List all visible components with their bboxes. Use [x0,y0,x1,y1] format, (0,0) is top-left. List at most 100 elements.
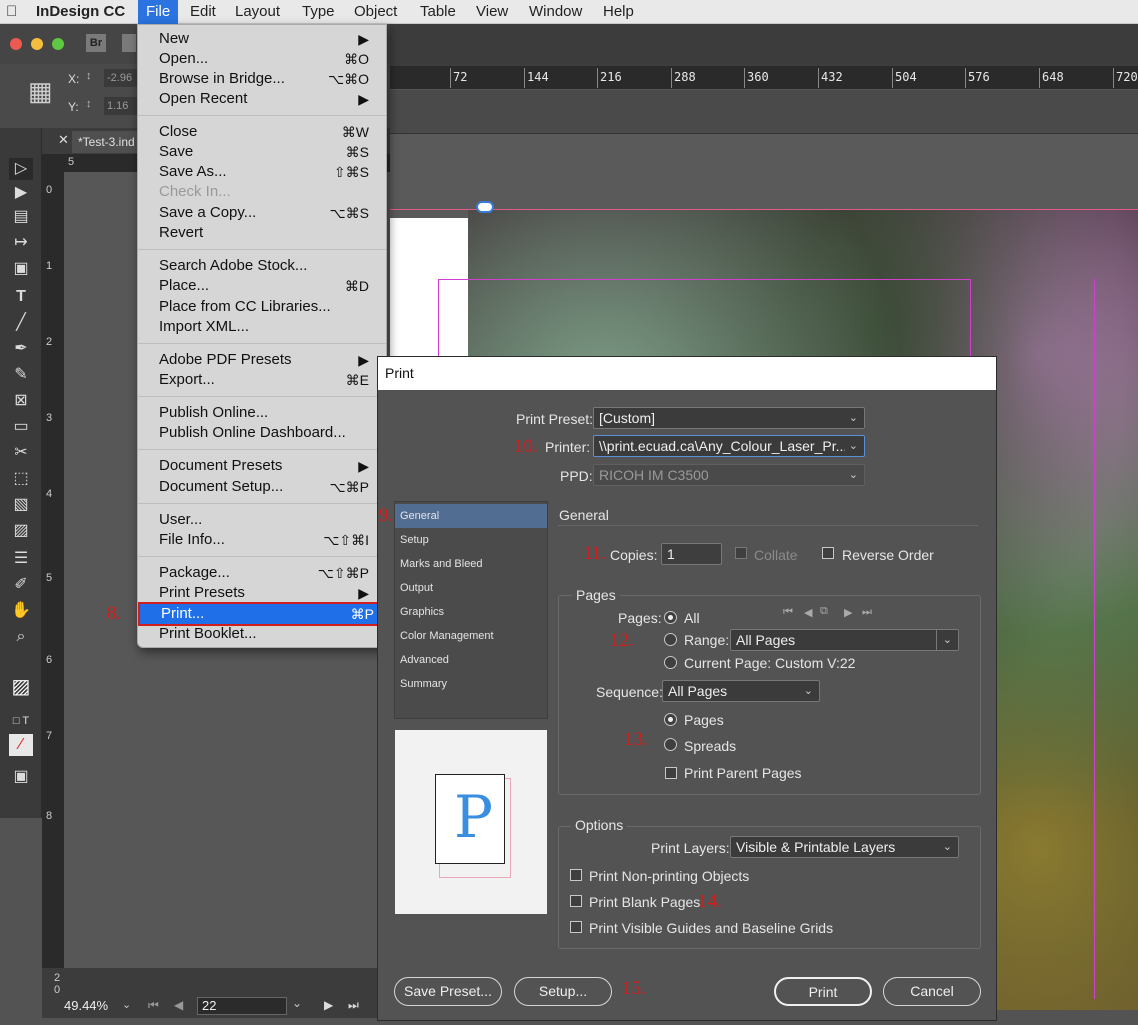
print-button[interactable]: Print [774,977,872,1006]
cancel-button[interactable]: Cancel [883,977,981,1006]
pencil-tool-icon[interactable]: ✎ [9,364,33,386]
horizontal-ruler[interactable]: 72 144 216 288 360 432 504 576 648 720 [390,66,1138,90]
menu-window[interactable]: Window [529,0,582,24]
pages-mode-radio[interactable] [664,713,677,726]
menu-item-print-presets[interactable]: Print Presets ▶ [159,583,379,603]
formatting-container-icon[interactable]: □ T [9,710,33,732]
nav-setup[interactable]: Setup [395,528,547,552]
print-blank-pages-checkbox[interactable] [570,895,582,907]
free-transform-tool-icon[interactable]: ⬚ [9,468,33,490]
menu-layout[interactable]: Layout [235,0,280,24]
menu-item-file-info[interactable]: File Info... ⌥⇧⌘I [159,530,379,550]
nav-marks-bleed[interactable]: Marks and Bleed [395,552,547,576]
zoom-level-field[interactable]: 49.44% [64,998,108,1013]
reverse-order-checkbox[interactable] [822,547,834,559]
nav-output[interactable]: Output [395,576,547,600]
pages-range-radio[interactable] [664,633,677,646]
print-nonprinting-checkbox[interactable] [570,869,582,881]
x-field[interactable]: -2.96 [104,69,138,87]
gradient-swatch-tool-icon[interactable]: ▧ [9,494,33,516]
type-tool-icon[interactable]: T [9,286,33,308]
print-preset-dropdown[interactable]: [Custom] ⌄ [593,407,865,429]
menu-item-place[interactable]: Place... ⌘D [159,276,379,296]
rectangle-tool-icon[interactable]: ▭ [9,416,33,438]
menu-edit[interactable]: Edit [190,0,216,24]
menu-item-document-setup[interactable]: Document Setup... ⌥⌘P [159,477,379,497]
menu-item-package[interactable]: Package... ⌥⇧⌘P [159,563,379,583]
pages-all-radio[interactable] [664,611,677,624]
print-layers-dropdown[interactable]: Visible & Printable Layers ⌄ [730,836,959,858]
gradient-feather-tool-icon[interactable]: ▨ [9,520,33,542]
pen-tool-icon[interactable]: ✒ [9,338,33,360]
page-number-field[interactable]: 22 [197,997,287,1015]
menu-item-pdf-presets[interactable]: Adobe PDF Presets ▶ [159,350,379,370]
spreads-radio[interactable] [664,738,677,751]
close-tab-icon[interactable]: ✕ [58,132,69,148]
scissors-tool-icon[interactable]: ✂ [9,442,33,464]
gap-tool-icon[interactable]: ↦ [9,232,33,254]
menu-item-save-copy[interactable]: Save a Copy... ⌥⌘S [159,203,379,223]
menu-table[interactable]: Table [420,0,456,24]
y-field[interactable]: 1.16 [104,97,138,115]
eyedropper-tool-icon[interactable]: ✐ [9,574,33,596]
menu-item-publish-online[interactable]: Publish Online... [159,403,379,423]
vertical-ruler[interactable]: 0 1 2 3 4 5 6 7 8 [42,154,64,968]
nav-graphics[interactable]: Graphics [395,600,547,624]
menu-item-close[interactable]: Close ⌘W [159,122,379,142]
menu-item-browse-bridge[interactable]: Browse in Bridge... ⌥⌘O [159,69,379,89]
menu-item-open[interactable]: Open... ⌘O [159,49,379,69]
menu-item-print[interactable]: Print... ⌘P [138,602,386,626]
menu-item-save[interactable]: Save ⌘S [159,142,379,162]
current-page-radio[interactable] [664,656,677,669]
selection-tool-icon[interactable]: ▷ [9,158,33,180]
menu-file[interactable]: File [138,0,179,24]
save-preset-button[interactable]: Save Preset... [394,977,502,1006]
hand-tool-icon[interactable]: ✋ [9,600,33,622]
previous-page-icon[interactable]: ◀ [174,998,183,1012]
screen-mode-icon[interactable]: ▣ [9,766,33,788]
fill-stroke-icon[interactable]: ▨ [9,676,33,698]
menu-item-export[interactable]: Export... ⌘E [159,370,379,390]
menu-item-place-cc[interactable]: Place from CC Libraries... [159,297,379,317]
print-parent-pages-checkbox[interactable] [665,767,677,779]
app-name[interactable]: InDesign CC [36,0,125,24]
nav-color-management[interactable]: Color Management [395,624,547,648]
zoom-window-button[interactable] [52,38,64,50]
menu-item-print-booklet[interactable]: Print Booklet... [159,624,379,644]
menu-item-publish-dashboard[interactable]: Publish Online Dashboard... [159,423,379,443]
last-page-icon[interactable]: ⏭ [348,998,359,1013]
nav-summary[interactable]: Summary [395,672,547,696]
setup-button[interactable]: Setup... [514,977,612,1006]
menu-item-open-recent[interactable]: Open Recent ▶ [159,89,379,109]
menu-item-new[interactable]: New ▶ [159,29,379,49]
y-stepper-icon[interactable]: ↕ [86,98,92,110]
next-page-icon[interactable]: ▶ [324,998,333,1012]
apple-icon[interactable]:  [6,0,17,24]
menu-type[interactable]: Type [302,0,335,24]
nav-advanced[interactable]: Advanced [395,648,547,672]
apply-none-icon[interactable]: ∕ [9,734,33,756]
minimize-window-button[interactable] [31,38,43,50]
nav-general[interactable]: General [395,504,547,528]
menu-object[interactable]: Object [354,0,397,24]
print-guides-checkbox[interactable] [570,921,582,933]
first-page-icon[interactable]: ⏮ [148,998,159,1013]
content-collector-icon[interactable]: ▣ [9,258,33,280]
printer-dropdown[interactable]: \\print.ecuad.ca\Any_Colour_Laser_Pr... ⌄ [593,435,865,457]
x-stepper-icon[interactable]: ↕ [86,70,92,82]
menu-item-search-stock[interactable]: Search Adobe Stock... [159,256,379,276]
range-field[interactable]: All Pages ⌄ [730,629,959,651]
reference-point-icon[interactable]: ▦ [28,78,53,104]
zoom-dropdown-chevron-icon[interactable]: ⌄ [122,998,131,1011]
menu-item-document-presets[interactable]: Document Presets ▶ [159,456,379,476]
line-tool-icon[interactable]: ╱ [9,312,33,334]
menu-view[interactable]: View [476,0,508,24]
bridge-icon[interactable]: Br [86,34,106,52]
copies-field[interactable]: 1 [661,543,722,565]
menu-item-save-as[interactable]: Save As... ⇧⌘S [159,162,379,182]
menu-item-import-xml[interactable]: Import XML... [159,317,379,337]
menu-item-revert[interactable]: Revert [159,223,379,243]
direct-selection-tool-icon[interactable]: ▶ [9,182,33,204]
menu-help[interactable]: Help [603,0,634,24]
close-window-button[interactable] [10,38,22,50]
